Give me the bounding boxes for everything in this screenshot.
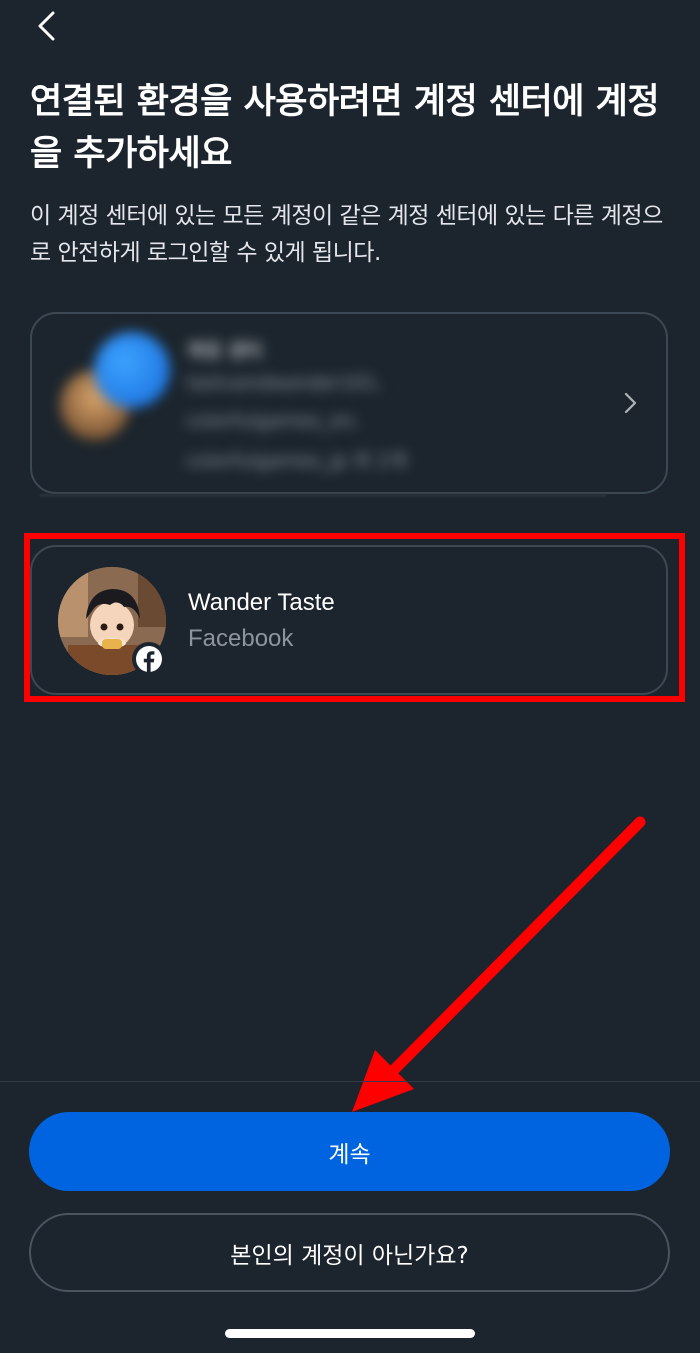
chevron-left-icon [35,10,57,46]
account-source: Facebook [188,625,294,652]
page-title: 연결된 환경을 사용하려면 계정 센터에 계정을 추가하세요 [30,82,660,174]
page-subtitle: 이 계정 센터에 있는 모든 계정이 같은 계정 센터에 있는 다른 계정으로 … [30,203,663,266]
accounts-center-line-2: colorfulgames_en, [186,410,360,432]
home-indicator [225,1329,475,1338]
not-your-account-button[interactable]: 본인의 계정이 아닌가요? [29,1213,670,1292]
chevron-right-icon [620,392,640,414]
back-button[interactable] [22,4,70,52]
accounts-center-label: 계정 센터 [186,340,263,362]
card-shadow-line [40,494,606,497]
blurred-content: 계정 센터 tastvandwander101, colorfulgames_e… [32,314,666,492]
accounts-center-line-3: colorfulgames_jp 외 2개 [186,450,407,472]
facebook-icon [132,642,166,676]
profile-avatar-primary [94,332,170,408]
continue-button[interactable]: 계속 [29,1112,670,1191]
bottom-divider [0,1081,700,1082]
account-card[interactable]: Wander Taste Facebook [30,545,668,695]
account-name: Wander Taste [188,589,335,616]
accounts-center-line-1: tastvandwander101, [186,372,383,394]
accounts-center-card[interactable]: 계정 센터 tastvandwander101, colorfulgames_e… [30,312,668,497]
